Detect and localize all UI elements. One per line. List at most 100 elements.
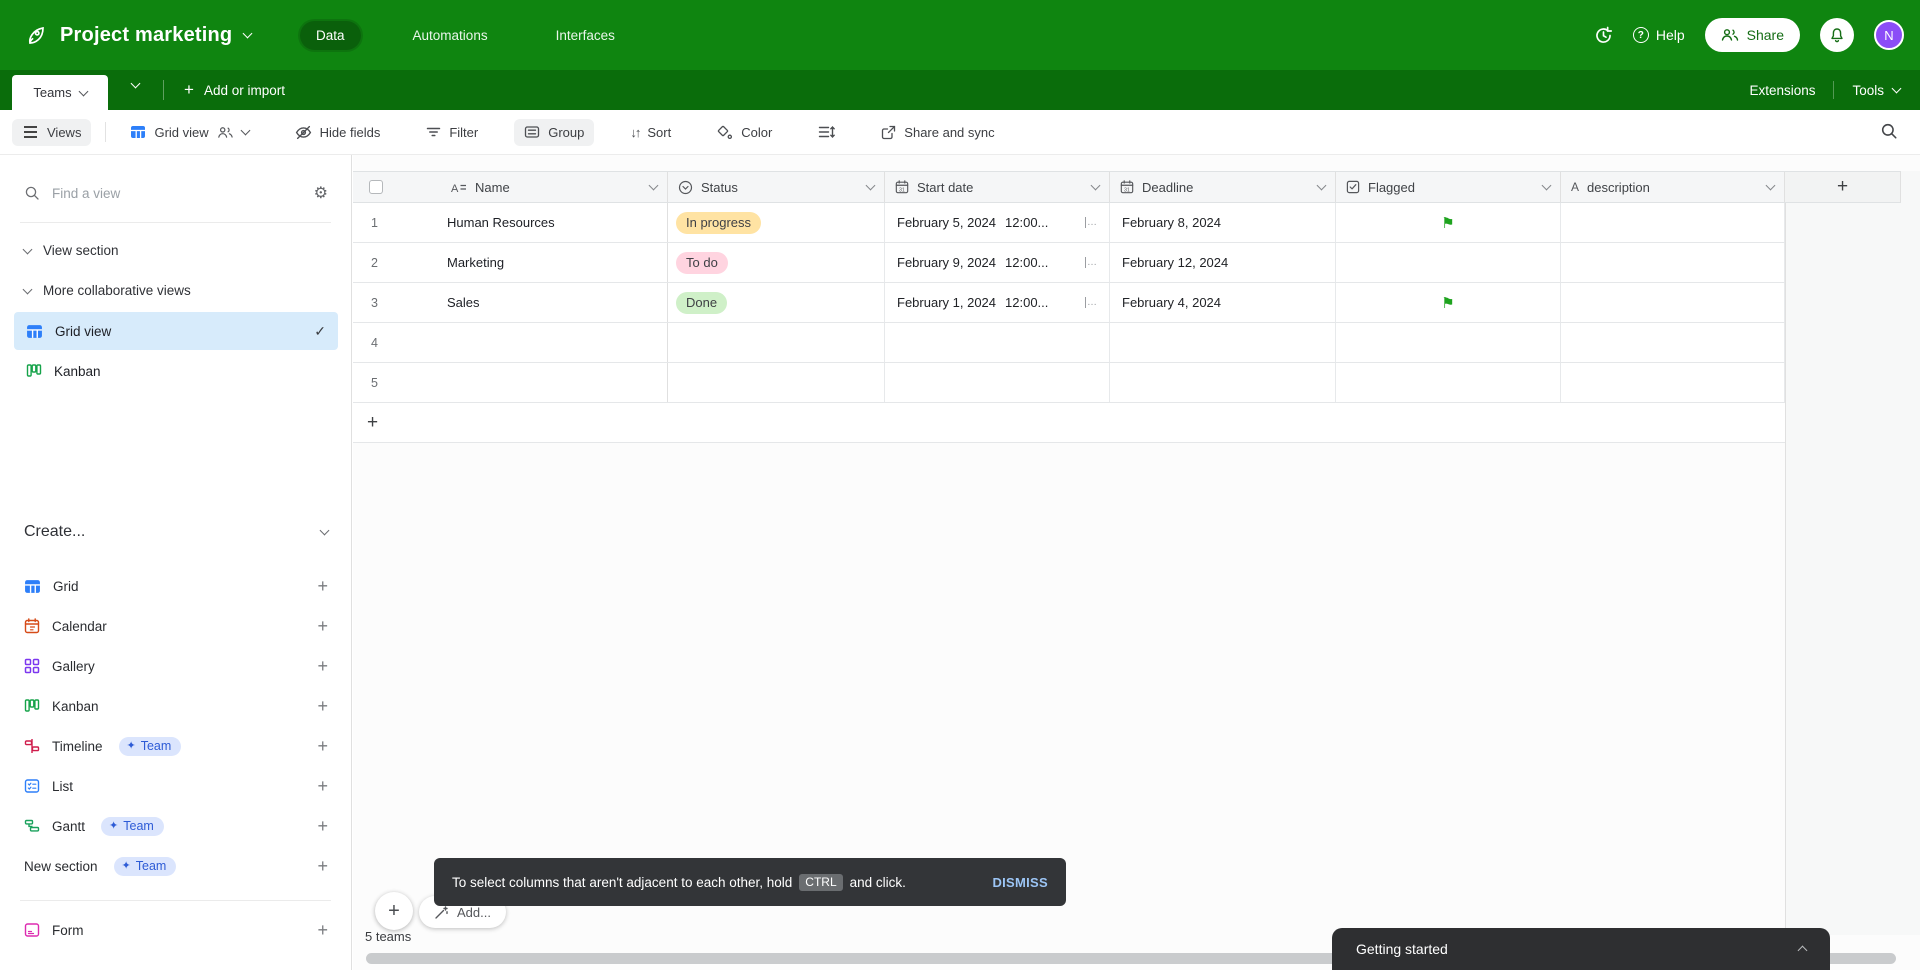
- create-item-calendar[interactable]: Calendar +: [24, 606, 328, 646]
- column-header-name[interactable]: A Name: [441, 172, 668, 202]
- share-button[interactable]: Share: [1704, 18, 1800, 52]
- select-all-checkbox[interactable]: [369, 180, 383, 194]
- cell-flagged[interactable]: [1336, 363, 1561, 402]
- column-header-flagged[interactable]: Flagged: [1336, 172, 1561, 202]
- share-and-sync-button[interactable]: Share and sync: [871, 119, 1004, 146]
- section-view-section[interactable]: View section: [22, 243, 119, 258]
- sidebar-view-grid-view[interactable]: Grid view ✓: [14, 312, 338, 350]
- row-number[interactable]: 3: [353, 283, 441, 322]
- cell-description[interactable]: [1561, 363, 1785, 402]
- cell-name[interactable]: Marketing: [441, 243, 668, 282]
- cell-deadline[interactable]: February 4, 2024: [1110, 283, 1336, 322]
- cell-deadline[interactable]: February 12, 2024: [1110, 243, 1336, 282]
- cell-description[interactable]: [1561, 243, 1785, 282]
- plus-icon[interactable]: +: [317, 856, 328, 877]
- current-view-button[interactable]: Grid view: [120, 118, 258, 146]
- find-a-view-input[interactable]: [52, 185, 302, 201]
- cell-deadline[interactable]: [1110, 323, 1336, 362]
- cell-start-date[interactable]: [885, 323, 1110, 362]
- row-number[interactable]: 4: [353, 323, 441, 362]
- plus-icon[interactable]: +: [317, 576, 328, 597]
- plus-icon[interactable]: +: [317, 656, 328, 677]
- color-button[interactable]: Color: [707, 119, 782, 146]
- group-button[interactable]: Group: [514, 118, 595, 146]
- chevron-down-icon[interactable]: [1541, 180, 1552, 191]
- plus-icon[interactable]: +: [317, 920, 328, 941]
- table-tab-teams[interactable]: Teams: [12, 75, 108, 110]
- plus-icon[interactable]: +: [317, 776, 328, 797]
- add-or-import-button[interactable]: + Add or import: [184, 70, 285, 110]
- hide-fields-button[interactable]: Hide fields: [285, 119, 391, 146]
- create-item-form[interactable]: Form +: [24, 910, 328, 950]
- plus-icon[interactable]: +: [317, 616, 328, 637]
- create-item-kanban[interactable]: Kanban +: [24, 686, 328, 726]
- cell-status[interactable]: [668, 323, 885, 362]
- column-header-status[interactable]: Status: [668, 172, 885, 202]
- history-icon[interactable]: [1594, 26, 1613, 45]
- plus-icon[interactable]: +: [317, 816, 328, 837]
- row-number[interactable]: 1: [353, 203, 441, 242]
- cell-description[interactable]: [1561, 203, 1785, 242]
- cell-description[interactable]: [1561, 283, 1785, 322]
- filter-button[interactable]: Filter: [416, 119, 488, 146]
- cell-start-date[interactable]: February 9, 2024 12:00... …: [885, 243, 1110, 282]
- plus-icon[interactable]: +: [317, 736, 328, 757]
- column-header-deadline[interactable]: 31 Deadline: [1110, 172, 1336, 202]
- search-icon[interactable]: [1880, 122, 1898, 140]
- rocket-logo-icon[interactable]: [24, 23, 48, 47]
- cell-status[interactable]: Done: [668, 283, 885, 322]
- cell-name[interactable]: [441, 323, 668, 362]
- tools-button[interactable]: Tools: [1852, 83, 1902, 98]
- cell-deadline[interactable]: [1110, 363, 1336, 402]
- create-section-header[interactable]: Create...: [24, 523, 330, 541]
- notifications-button[interactable]: [1820, 18, 1854, 52]
- chevron-up-icon[interactable]: [1797, 945, 1808, 956]
- add-record-row[interactable]: +: [353, 403, 1785, 443]
- cell-start-date[interactable]: [885, 363, 1110, 402]
- gear-icon[interactable]: ⚙: [314, 183, 328, 203]
- row-number[interactable]: 2: [353, 243, 441, 282]
- help-button[interactable]: ? Help: [1632, 27, 1685, 43]
- cell-status[interactable]: In progress: [668, 203, 885, 242]
- chevron-down-icon[interactable]: [1090, 180, 1101, 191]
- base-title[interactable]: Project marketing: [60, 24, 232, 47]
- sort-button[interactable]: ↓↑ Sort: [620, 119, 681, 146]
- chevron-down-icon[interactable]: [1765, 180, 1776, 191]
- dismiss-button[interactable]: DISMISS: [992, 875, 1048, 890]
- views-button[interactable]: Views: [12, 118, 92, 146]
- create-item-new-section[interactable]: New section ✦ Team +: [24, 846, 328, 886]
- create-item-grid[interactable]: Grid +: [24, 566, 328, 606]
- create-item-timeline[interactable]: Timeline ✦ Team +: [24, 726, 328, 766]
- cell-deadline[interactable]: February 8, 2024: [1110, 203, 1336, 242]
- cell-start-date[interactable]: February 5, 2024 12:00... …: [885, 203, 1110, 242]
- section-more-collaborative-views[interactable]: More collaborative views: [22, 283, 191, 298]
- column-header-description[interactable]: A description: [1561, 172, 1785, 202]
- table-list-chevron-icon[interactable]: [130, 78, 141, 89]
- chevron-down-icon[interactable]: [865, 180, 876, 191]
- add-field-button[interactable]: +: [1785, 171, 1901, 203]
- cell-name[interactable]: Sales: [441, 283, 668, 322]
- cell-name[interactable]: Human Resources: [441, 203, 668, 242]
- row-height-button[interactable]: [808, 119, 845, 145]
- user-avatar[interactable]: N: [1874, 20, 1904, 50]
- column-header-start-date[interactable]: 31 Start date: [885, 172, 1110, 202]
- create-item-gantt[interactable]: Gantt ✦ Team +: [24, 806, 328, 846]
- create-item-list[interactable]: List +: [24, 766, 328, 806]
- tab-data[interactable]: Data: [300, 20, 361, 50]
- create-item-gallery[interactable]: Gallery +: [24, 646, 328, 686]
- plus-icon[interactable]: +: [317, 696, 328, 717]
- row-number[interactable]: 5: [353, 363, 441, 402]
- cell-status[interactable]: To do: [668, 243, 885, 282]
- cell-flagged[interactable]: [1336, 323, 1561, 362]
- cell-name[interactable]: [441, 363, 668, 402]
- extensions-button[interactable]: Extensions: [1749, 83, 1815, 98]
- cell-start-date[interactable]: February 1, 2024 12:00... …: [885, 283, 1110, 322]
- cell-description[interactable]: [1561, 323, 1785, 362]
- getting-started-panel[interactable]: Getting started: [1332, 928, 1830, 970]
- cell-flagged[interactable]: ⚑: [1336, 203, 1561, 242]
- add-record-button[interactable]: +: [375, 892, 413, 930]
- tab-interfaces[interactable]: Interfaces: [540, 21, 631, 50]
- base-title-chevron-icon[interactable]: [242, 28, 253, 39]
- cell-flagged[interactable]: [1336, 243, 1561, 282]
- cell-flagged[interactable]: ⚑: [1336, 283, 1561, 322]
